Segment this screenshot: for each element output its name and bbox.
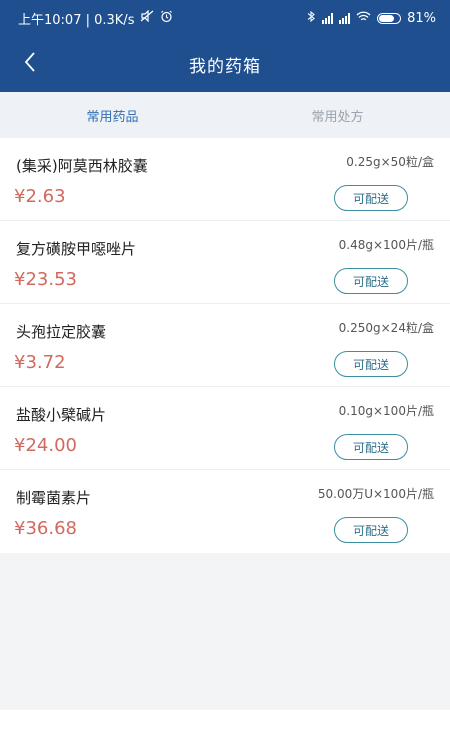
status-right: 81% [307,10,436,27]
battery-percent: 81% [407,10,436,26]
drug-item[interactable]: (集采)阿莫西林胶囊 ¥2.63 0.25g×50粒/盒 可配送 [0,138,450,221]
wifi-icon [356,11,371,26]
navbar: 我的药箱 [0,36,450,92]
drug-list: (集采)阿莫西林胶囊 ¥2.63 0.25g×50粒/盒 可配送 复方磺胺甲噁唑… [0,138,450,553]
drug-spec: 0.48g×100片/瓶 [338,238,434,252]
bluetooth-icon [307,10,316,27]
drug-price: ¥24.00 [14,435,77,456]
drug-price: ¥3.72 [14,352,66,373]
back-button[interactable] [12,46,48,82]
delivery-button[interactable]: 可配送 [334,351,408,377]
drug-name: 盐酸小檗碱片 [16,406,107,424]
drug-name: 头孢拉定胶囊 [16,323,107,341]
drug-spec: 0.10g×100片/瓶 [338,404,434,418]
drug-item[interactable]: 盐酸小檗碱片 ¥24.00 0.10g×100片/瓶 可配送 [0,387,450,470]
status-left: 上午10:07 | 0.3K/s [18,9,173,28]
tab-common-prescriptions[interactable]: 常用处方 [225,92,450,138]
delivery-button[interactable]: 可配送 [334,517,408,543]
tab-bar: 常用药品 常用处方 [0,92,450,138]
drug-name: 制霉菌素片 [16,489,92,507]
drug-item[interactable]: 复方磺胺甲噁唑片 ¥23.53 0.48g×100片/瓶 可配送 [0,221,450,304]
status-time-speed: 上午10:07 | 0.3K/s [18,12,135,28]
drug-item[interactable]: 制霉菌素片 ¥36.68 50.00万U×100片/瓶 可配送 [0,470,450,553]
status-bar: 上午10:07 | 0.3K/s 81% [0,0,450,36]
alarm-icon [160,10,173,27]
tab-common-drugs[interactable]: 常用药品 [0,92,225,138]
mute-icon [140,9,154,26]
battery-icon [377,12,402,24]
drug-price: ¥36.68 [14,518,77,539]
drug-name: (集采)阿莫西林胶囊 [16,157,148,175]
bottom-area [0,710,450,750]
drug-price: ¥23.53 [14,269,77,290]
back-arrow-icon [24,52,36,76]
delivery-button[interactable]: 可配送 [334,434,408,460]
signal-icon [339,12,351,24]
signal-icon [322,12,334,24]
delivery-button[interactable]: 可配送 [334,268,408,294]
app-header: 上午10:07 | 0.3K/s 81% 我的药箱 [0,0,450,92]
drug-name: 复方磺胺甲噁唑片 [16,240,137,258]
drug-spec: 0.250g×24粒/盒 [338,321,434,335]
delivery-button[interactable]: 可配送 [334,185,408,211]
drug-price: ¥2.63 [14,186,66,207]
drug-spec: 0.25g×50粒/盒 [346,155,434,169]
page-title: 我的药箱 [189,56,261,77]
drug-spec: 50.00万U×100片/瓶 [317,487,434,501]
drug-item[interactable]: 头孢拉定胶囊 ¥3.72 0.250g×24粒/盒 可配送 [0,304,450,387]
